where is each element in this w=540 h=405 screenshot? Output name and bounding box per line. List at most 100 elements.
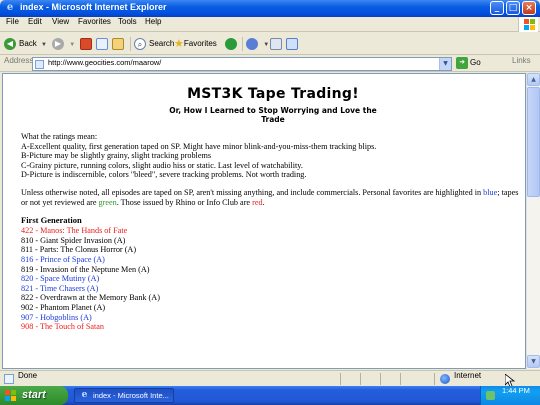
episode-item: 822 - Overdrawn at the Memory Bank (A) bbox=[21, 293, 160, 303]
print-icon bbox=[270, 37, 282, 50]
address-label: Address bbox=[4, 56, 34, 65]
episode-item: 816 - Prince of Space (A) bbox=[21, 254, 105, 264]
media-icon bbox=[225, 37, 237, 50]
home-icon bbox=[112, 37, 124, 50]
scroll-down-button[interactable]: ▼ bbox=[527, 355, 540, 368]
address-url: http://www.geocities.com/maarow/ bbox=[48, 58, 162, 67]
episode-item: 907 - Hobgoblins (A) bbox=[21, 312, 92, 322]
refresh-button[interactable] bbox=[96, 36, 108, 52]
red-key: red bbox=[252, 197, 263, 207]
ie-logo-icon: e bbox=[6, 2, 14, 13]
search-button[interactable]: ⌕ Search bbox=[134, 36, 174, 52]
status-bar: Done Internet bbox=[0, 370, 540, 386]
episode-item: 422 - Manos: The Hands of Fate bbox=[21, 226, 128, 236]
page-done-icon bbox=[4, 374, 14, 384]
status-divider bbox=[400, 373, 401, 385]
web-page: MST3K Tape Trading! Or, How I Learned to… bbox=[3, 74, 525, 332]
green-key: green bbox=[98, 197, 117, 207]
clock: 1:44 PM bbox=[502, 386, 530, 395]
start-button[interactable]: start bbox=[0, 386, 68, 405]
media-button[interactable] bbox=[225, 36, 240, 52]
rating-d: D-Picture is indiscernible, colors "blee… bbox=[21, 170, 307, 180]
print-button[interactable] bbox=[270, 36, 282, 52]
menu-tools[interactable]: Tools bbox=[118, 17, 137, 26]
stop-icon bbox=[80, 37, 92, 50]
back-arrow-icon: ◀ bbox=[4, 37, 16, 50]
taskbar: start e index - Microsoft Inte... 1:44 P… bbox=[0, 386, 540, 405]
taskbar-window-button[interactable]: e index - Microsoft Inte... bbox=[74, 388, 174, 403]
chevron-down-icon: ▼ bbox=[69, 42, 76, 48]
menu-file[interactable]: File bbox=[6, 17, 19, 26]
home-button[interactable] bbox=[112, 36, 124, 52]
favorites-button[interactable]: ★Favorites bbox=[174, 36, 217, 52]
status-text: Done bbox=[18, 371, 38, 380]
menu-favorites[interactable]: Favorites bbox=[78, 17, 111, 26]
address-bar: Address http://www.geocities.com/maarow/… bbox=[0, 56, 540, 72]
title-bar: e index - Microsoft Internet Explorer _ … bbox=[0, 0, 540, 17]
refresh-icon bbox=[96, 37, 108, 50]
standard-toolbar: ◀ Back ▼ ▶ ▼ ⌕ Search ★Favorites ▼ bbox=[0, 33, 540, 55]
address-input[interactable]: http://www.geocities.com/maarow/ ▼ bbox=[32, 57, 452, 71]
windows-flag-icon bbox=[518, 17, 538, 32]
security-zone: Internet bbox=[454, 371, 482, 380]
search-label: Search bbox=[149, 39, 175, 48]
menu-view[interactable]: View bbox=[52, 17, 69, 26]
taskbar-window-label: index - Microsoft Inte... bbox=[93, 391, 169, 400]
menu-help[interactable]: Help bbox=[145, 17, 161, 26]
toolbar-divider bbox=[242, 37, 243, 51]
favorites-label: Favorites bbox=[183, 39, 217, 49]
close-button[interactable]: × bbox=[522, 1, 536, 15]
color-key-note: Unless otherwise noted, all episodes are… bbox=[21, 187, 519, 207]
episode-item: 908 - The Touch of Satan bbox=[21, 322, 105, 332]
vertical-scrollbar[interactable]: ▲ ▼ bbox=[526, 73, 540, 369]
blue-key: blue bbox=[483, 187, 498, 197]
maximize-button[interactable]: □ bbox=[506, 1, 520, 15]
episode-item: 819 - Invasion of the Neptune Men (A) bbox=[21, 264, 150, 274]
minimize-button[interactable]: _ bbox=[490, 1, 504, 15]
status-divider bbox=[380, 373, 381, 385]
network-icon[interactable] bbox=[486, 391, 495, 400]
page-subtitle: Or, How I Learned to Stop Worrying and L… bbox=[169, 106, 377, 124]
toolbar-divider bbox=[130, 37, 131, 51]
page-viewport: MST3K Tape Trading! Or, How I Learned to… bbox=[2, 73, 526, 369]
status-divider bbox=[340, 373, 341, 385]
start-label: start bbox=[22, 389, 46, 401]
windows-flag-icon bbox=[5, 390, 17, 401]
internet-globe-icon bbox=[440, 374, 450, 384]
chevron-down-icon: ▼ bbox=[41, 42, 47, 48]
ratings-intro: What the ratings mean: bbox=[21, 132, 98, 141]
back-label: Back bbox=[19, 39, 37, 48]
forward-button[interactable]: ▶ ▼ bbox=[52, 36, 75, 52]
edit-icon bbox=[286, 37, 298, 50]
status-divider bbox=[434, 373, 435, 385]
go-label: Go bbox=[470, 58, 481, 68]
scrollbar-thumb[interactable] bbox=[527, 87, 540, 197]
menu-bar: File Edit View Favorites Tools Help bbox=[0, 17, 540, 32]
forward-arrow-icon: ▶ bbox=[52, 37, 64, 50]
go-button[interactable]: ➜ Go bbox=[456, 57, 481, 71]
status-divider bbox=[360, 373, 361, 385]
rating-b: B-Picture may be slightly grainy, slight… bbox=[21, 151, 212, 161]
mail-button[interactable]: ▼ bbox=[246, 36, 269, 52]
stop-button[interactable] bbox=[80, 36, 92, 52]
rating-a: A-Excellent quality, first generation ta… bbox=[21, 141, 377, 151]
links-button[interactable]: Links bbox=[512, 56, 531, 65]
ie-logo-icon: e bbox=[81, 390, 88, 400]
rating-c: C-Grainy picture, running colors, slight… bbox=[21, 160, 303, 170]
menu-edit[interactable]: Edit bbox=[28, 17, 42, 26]
mail-icon bbox=[246, 37, 258, 50]
ratings-block: What the ratings mean: A-Excellent quali… bbox=[21, 132, 525, 180]
go-arrow-icon: ➜ bbox=[456, 57, 468, 69]
window-title: index - Microsoft Internet Explorer bbox=[20, 2, 167, 12]
episode-item: 810 - Giant Spider Invasion (A) bbox=[21, 235, 126, 245]
system-tray: 1:44 PM bbox=[480, 386, 540, 405]
back-button[interactable]: ◀ Back ▼ bbox=[4, 36, 47, 52]
chevron-down-icon[interactable]: ▼ bbox=[439, 58, 451, 70]
star-icon: ★ bbox=[174, 38, 184, 50]
scroll-up-button[interactable]: ▲ bbox=[527, 73, 540, 86]
edit-button[interactable] bbox=[286, 36, 298, 52]
page-icon bbox=[35, 60, 44, 69]
search-icon: ⌕ bbox=[134, 37, 146, 50]
chevron-down-icon: ▼ bbox=[263, 42, 270, 48]
episode-item: 811 - Parts: The Clonus Horror (A) bbox=[21, 245, 137, 255]
